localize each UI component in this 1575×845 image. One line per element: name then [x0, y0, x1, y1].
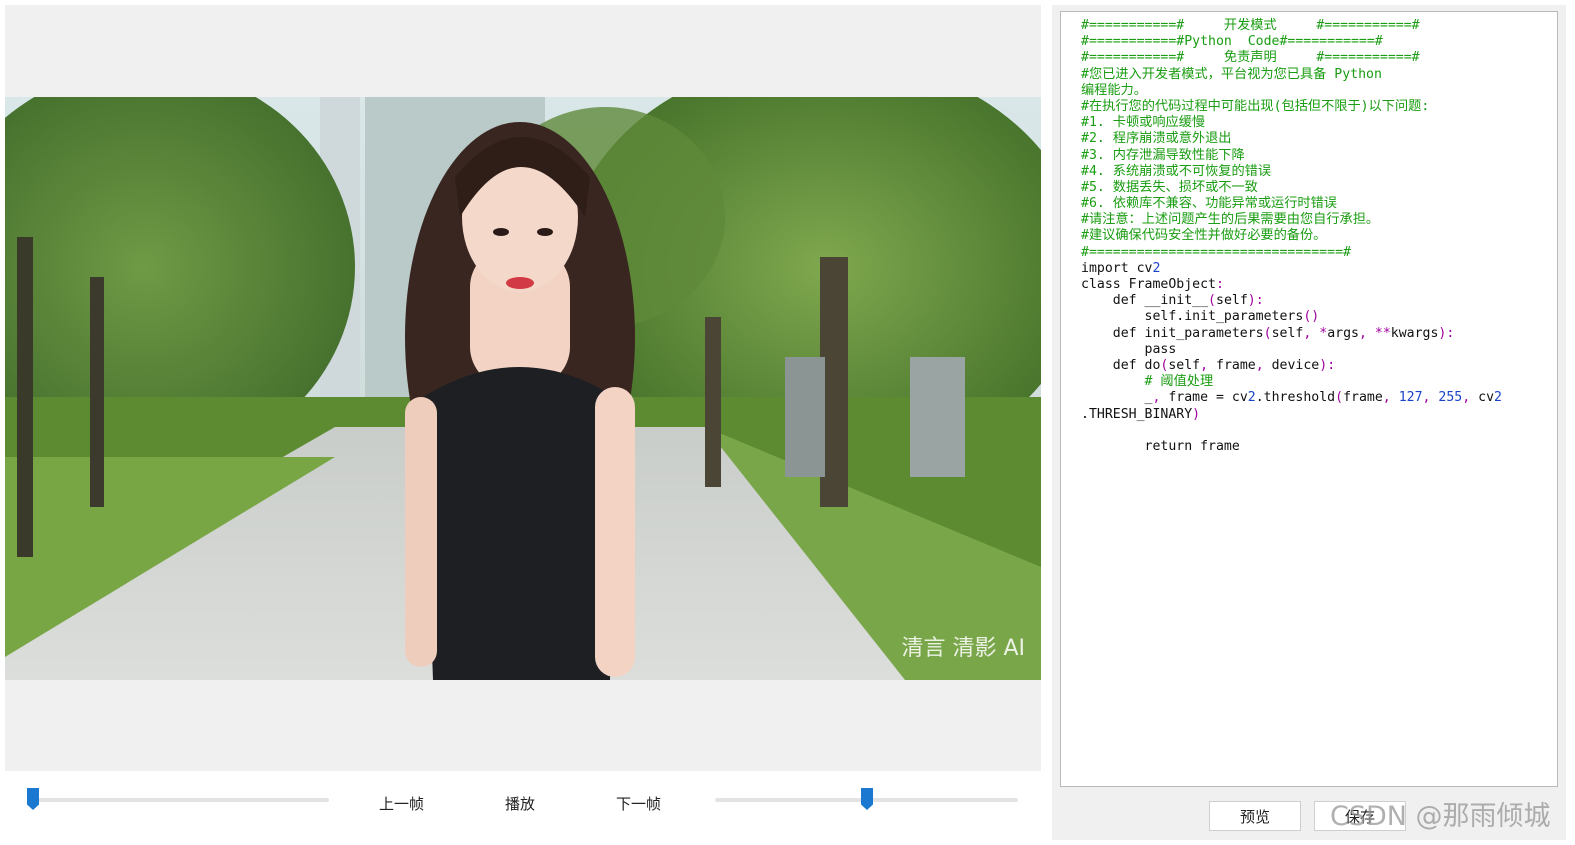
code-line: # 阈值处理: [1081, 374, 1214, 390]
code-line: #5. 数据丢失、损坏或不一致: [1081, 179, 1258, 195]
code-line: #===========#Python Code#===========#: [1081, 34, 1383, 50]
code-line: #6. 依赖库不兼容、功能异常或运行时错误: [1081, 196, 1337, 212]
code-line: #===========# 开发模式 #===========#: [1081, 18, 1420, 33]
code-line: #================================#: [1081, 244, 1351, 260]
frame-slider-track: [27, 798, 329, 802]
code-line: .THRESH_BINARY): [1081, 406, 1201, 422]
frame-slider-thumb[interactable]: [27, 788, 39, 810]
speed-slider[interactable]: [715, 788, 1018, 812]
code-line: #您已进入开发者模式，平台视为您已具备 Python: [1081, 66, 1382, 82]
code-line: #1. 卡顿或响应缓慢: [1081, 115, 1206, 131]
prev-frame-button[interactable]: 上一帧: [373, 791, 430, 817]
video-frame-image: 清言 清影 AI: [5, 97, 1041, 680]
ai-watermark: 清言 清影 AI: [901, 636, 1025, 661]
code-line: pass: [1081, 341, 1177, 357]
frame-slider[interactable]: [27, 788, 329, 812]
code-line: def __init__(self):: [1081, 293, 1264, 309]
next-frame-button[interactable]: 下一帧: [610, 791, 667, 817]
code-line: self.init_parameters(): [1081, 309, 1320, 325]
code-line: class FrameObject:: [1081, 277, 1224, 292]
code-line: #===========# 免责声明 #===========#: [1081, 50, 1420, 66]
code-line: #2. 程序崩溃或意外退出: [1081, 131, 1232, 147]
save-button[interactable]: 保存: [1314, 801, 1406, 831]
code-line: _, frame = cv2.threshold(frame, 127, 255…: [1081, 390, 1502, 406]
code-line: #请注意：上述问题产生的后果需要由您自行承担。: [1081, 212, 1380, 228]
code-line: #建议确保代码安全性并做好必要的备份。: [1081, 228, 1327, 244]
code-editor[interactable]: #===========# 开发模式 #===========# #=======…: [1060, 11, 1558, 787]
preview-button[interactable]: 预览: [1209, 801, 1301, 831]
code-line: def init_parameters(self, *args, **kwarg…: [1081, 325, 1455, 341]
video-panel: 清言 清影 AI: [5, 5, 1041, 771]
play-button[interactable]: 播放: [499, 791, 541, 817]
code-line: def do(self, frame, device):: [1081, 357, 1336, 373]
code-line: import cv2: [1081, 260, 1161, 276]
code-line: #4. 系统崩溃或不可恢复的错误: [1081, 163, 1272, 179]
frame-picture: [5, 97, 1041, 680]
code-line: #在执行您的代码过程中可能出现(包括但不限于)以下问题:: [1081, 98, 1430, 114]
code-line: 编程能力。: [1081, 82, 1147, 98]
code-line: return frame: [1081, 438, 1240, 454]
code-line: #3. 内存泄漏导致性能下降: [1081, 147, 1245, 163]
speed-slider-thumb[interactable]: [861, 788, 873, 810]
code-editor-panel: #===========# 开发模式 #===========# #=======…: [1052, 5, 1566, 840]
